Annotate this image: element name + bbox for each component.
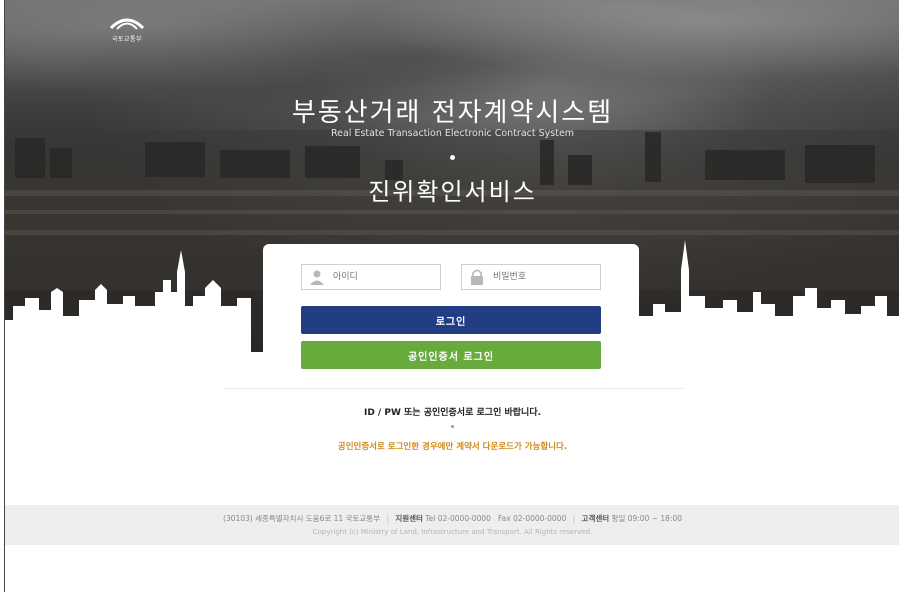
password-input[interactable] (491, 271, 595, 283)
customer-hours: 평일 09:00 ~ 18:00 (611, 514, 683, 523)
id-field[interactable] (301, 264, 441, 290)
footer-separator: | (386, 514, 389, 523)
login-button[interactable]: 로그인 (301, 306, 601, 334)
id-input[interactable] (331, 271, 435, 283)
ministry-logo-text: 국토교통부 (111, 36, 143, 43)
password-field[interactable] (461, 264, 601, 290)
support-fax: Fax 02-0000-0000 (498, 514, 567, 523)
lock-icon (471, 269, 483, 285)
ministry-logo[interactable]: 국토교통부 (97, 12, 157, 43)
support-center-label: 지원센터 (395, 514, 423, 523)
page-title: 부동산거래 전자계약시스템 (291, 98, 614, 128)
login-panel: 로그인 공인인증서 로그인 (263, 244, 639, 384)
service-title: 진위확인서비스 (368, 178, 537, 206)
page-subtitle: Real Estate Transaction Electronic Contr… (330, 128, 575, 139)
footer: (30103) 세종특별자치시 도움6로 11 국토교통부 | 지원센터 Tel… (5, 505, 899, 545)
footer-contact-line: (30103) 세종특별자치시 도움6로 11 국토교통부 | 지원센터 Tel… (5, 513, 899, 524)
certificate-login-button[interactable]: 공인인증서 로그인 (301, 341, 601, 369)
footer-separator: | (572, 514, 576, 523)
support-tel: Tel 02-0000-0000 (425, 514, 491, 523)
footer-copyright: Copyright (c) Ministry of Land, Infrastr… (312, 528, 593, 536)
page-frame: 국토교통부 부동산거래 전자계약시스템 Real Estate Transact… (4, 0, 899, 592)
title-separator-dot (450, 155, 455, 160)
section-divider (225, 388, 683, 389)
footer-address: (30103) 세종특별자치시 도움6로 11 국토교통부 (222, 514, 381, 523)
notice-separator-dot (451, 425, 454, 428)
customer-center-label: 고객센터 (581, 514, 610, 523)
user-icon (310, 270, 324, 285)
login-notice: ID / PW 또는 공인인증서로 로그인 바랍니다. (363, 408, 542, 418)
ministry-logo-icon (109, 18, 145, 30)
certificate-notice: 공인인증서로 로그인한 경우에만 계약서 다운로드가 가능합니다. (337, 442, 568, 452)
